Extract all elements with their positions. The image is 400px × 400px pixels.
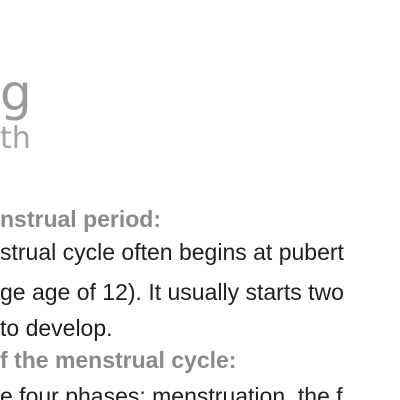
paragraph-line: e four phases: menstruation, the f [0,383,343,400]
logo-subtext: th [0,121,31,156]
document-page: g th nstrual period: strual cycle often … [0,0,400,400]
section-heading-period: nstrual period: [0,206,162,232]
paragraph-line: strual cycle often begins at pubert [0,239,344,265]
section-heading-cycle: f the menstrual cycle: [0,347,237,373]
paragraph-line: ge age of 12). It usually starts two [0,279,344,305]
logo-letter: g [0,64,32,122]
paragraph-line: to develop. [0,315,113,341]
logo: g th [0,0,60,170]
